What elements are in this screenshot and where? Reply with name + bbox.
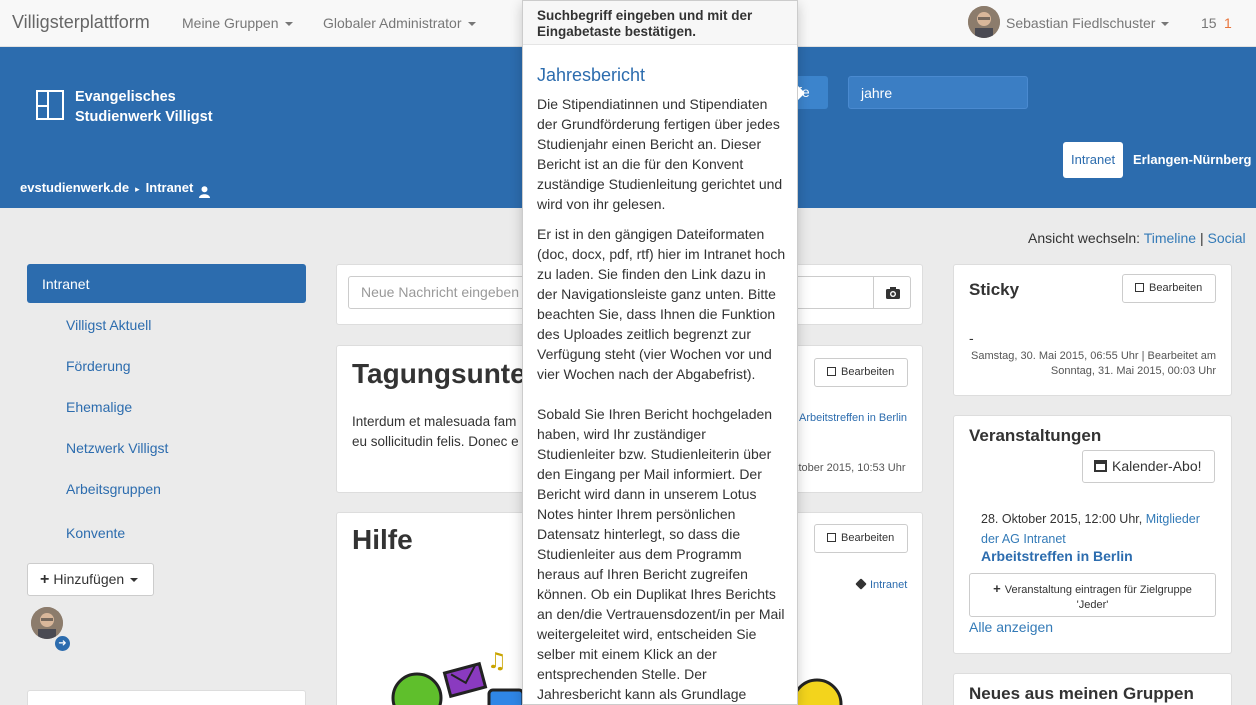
logo-icon[interactable] [36, 90, 64, 120]
popover-paragraph: Sobald Sie Ihren Bericht hochgeladen hab… [537, 406, 785, 702]
sticky-meta-line: Samstag, 30. Mai 2015, 06:55 Uhr | Bearb… [971, 350, 1216, 362]
search-help-popover: Suchbegriff eingeben und mit der Eingabe… [522, 0, 798, 705]
logo-text[interactable]: Evangelisches Studienwerk Villigst [75, 87, 213, 127]
global-admin-menu[interactable]: Globaler Administrator [323, 15, 476, 31]
sidebar-item-konvente[interactable]: Konvente [66, 525, 125, 541]
breadcrumb-separator-icon: ▸ [135, 184, 140, 194]
sticky-edit-button[interactable]: Bearbeiten [1122, 274, 1216, 303]
edit-icon [827, 533, 836, 542]
tag-icon [855, 578, 867, 590]
edit-button-label: Bearbeiten [1149, 282, 1203, 294]
popover-result-title[interactable]: Jahresbericht [537, 65, 645, 86]
sticky-meta-line: Sonntag, 31. Mai 2015, 00:03 Uhr [1050, 365, 1216, 377]
post-title[interactable]: Hilfe [352, 524, 413, 556]
sidebar-item-netzwerk-villigst[interactable]: Netzwerk Villigst [66, 440, 168, 456]
post-body: Interdum et malesuada fam eu sollicitudi… [352, 412, 519, 452]
svg-text:♫: ♫ [487, 649, 507, 674]
tab-erlangen-nuernberg[interactable]: Erlangen-Nürnberg [1133, 152, 1251, 167]
sidebar-item-arbeitsgruppen[interactable]: Arbeitsgruppen [66, 481, 161, 497]
edit-icon [827, 367, 836, 376]
edit-button-label: Bearbeiten [841, 532, 895, 544]
event-title-link[interactable]: Arbeitstreffen in Berlin [981, 548, 1133, 564]
arrow-right-icon[interactable]: ➜ [55, 636, 70, 651]
global-admin-label: Globaler Administrator [323, 15, 462, 31]
chevron-down-icon [284, 22, 293, 27]
switch-view-label: Ansicht wechseln: [1028, 230, 1141, 246]
edit-icon [1135, 283, 1144, 292]
user-icon[interactable] [199, 186, 210, 198]
calendar-button-label: Kalender-Abo! [1112, 458, 1202, 474]
social-link[interactable]: Social [1208, 230, 1246, 246]
sidebar-item-ehemalige[interactable]: Ehemalige [66, 399, 132, 415]
brand-link[interactable]: Villigsterplattform [12, 12, 150, 33]
sidebar-panel [27, 690, 306, 705]
camera-button[interactable] [874, 276, 911, 309]
group-news-title: Neues aus meinen Gruppen [969, 684, 1194, 703]
sticky-title: Sticky [969, 280, 1020, 299]
chevron-down-icon [467, 22, 476, 27]
avatar[interactable] [31, 607, 63, 639]
user-name-label: Sebastian Fiedlschuster [1006, 15, 1156, 31]
breadcrumb: evstudienwerk.de ▸ Intranet [20, 180, 193, 195]
camera-icon [886, 287, 900, 299]
calendar-subscribe-button[interactable]: Kalender-Abo! [1082, 450, 1215, 483]
popover-header: Suchbegriff eingeben und mit der Eingabe… [523, 1, 797, 45]
user-menu[interactable]: Sebastian Fiedlschuster [1006, 15, 1170, 31]
sidebar-item-foerderung[interactable]: Förderung [66, 358, 131, 374]
post-body-line: eu sollicitudin felis. Donec e [352, 434, 519, 449]
my-groups-menu[interactable]: Meine Gruppen [182, 15, 293, 31]
calendar-icon [1094, 460, 1107, 472]
event-item: 28. Oktober 2015, 12:00 Uhr, Mitglieder … [981, 509, 1211, 549]
switch-view: Ansicht wechseln: Timeline | Social [1028, 230, 1246, 246]
popover-arrow [798, 86, 805, 100]
add-event-button-label: Veranstaltung eintragen für Zielgruppe '… [1004, 584, 1192, 611]
my-groups-label: Meine Gruppen [182, 15, 279, 31]
post-title[interactable]: Tagungsunter [352, 358, 537, 390]
user-avatar[interactable] [968, 6, 1000, 38]
post-body-line: Interdum et malesuada fam [352, 414, 517, 429]
events-title: Veranstaltungen [969, 426, 1102, 445]
search-input[interactable]: jahre [848, 76, 1028, 109]
chevron-down-icon [130, 578, 139, 583]
edit-button[interactable]: Bearbeiten [814, 524, 908, 553]
sidebar-item-intranet[interactable]: Intranet [27, 264, 306, 303]
popover-paragraph: Die Stipendiatinnen und Stipendiaten der… [537, 96, 783, 212]
event-date: 28. Oktober 2015, 12:00 Uhr, [981, 512, 1143, 526]
chevron-down-icon [1161, 22, 1170, 27]
plus-icon: + [993, 581, 1001, 596]
sticky-content: - [969, 330, 974, 346]
tab-intranet[interactable]: Intranet [1063, 142, 1123, 178]
sidebar-item-villigst-aktuell[interactable]: Villigst Aktuell [66, 317, 151, 333]
post-timestamp: ktober 2015, 10:53 Uhr [793, 462, 906, 474]
edit-button-label: Bearbeiten [841, 366, 895, 378]
post-tag[interactable]: Arbeitstreffen in Berlin [799, 412, 907, 424]
post-tag[interactable]: Intranet [855, 578, 908, 591]
notifications-count[interactable]: 1 [1224, 15, 1232, 31]
add-button-label: Hinzufügen [53, 571, 125, 587]
edit-button[interactable]: Bearbeiten [814, 358, 908, 387]
add-event-button[interactable]: + Veranstaltung eintragen für Zielgruppe … [969, 573, 1216, 617]
breadcrumb-root[interactable]: evstudienwerk.de [20, 180, 129, 195]
sticky-meta: Samstag, 30. Mai 2015, 06:55 Uhr | Bearb… [955, 349, 1216, 379]
post-tag-label: Intranet [870, 579, 908, 591]
messages-count[interactable]: 15 [1201, 15, 1217, 31]
popover-paragraph: Er ist in den gängigen Dateiformaten (do… [537, 226, 786, 382]
breadcrumb-current[interactable]: Intranet [146, 180, 194, 195]
switch-view-separator: | [1199, 230, 1204, 246]
show-all-events-link[interactable]: Alle anzeigen [969, 619, 1053, 635]
add-button[interactable]: + Hinzufügen [27, 563, 154, 596]
timeline-link[interactable]: Timeline [1144, 230, 1196, 246]
plus-icon: + [40, 571, 50, 588]
